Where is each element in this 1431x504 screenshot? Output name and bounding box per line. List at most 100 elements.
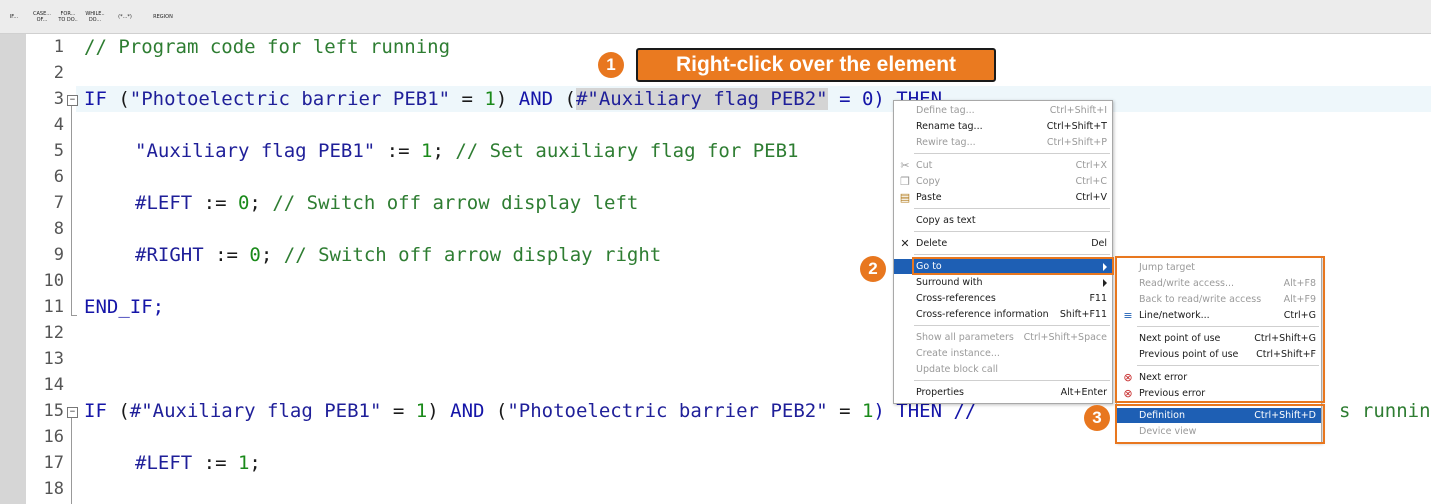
tb-if-button[interactable]: IF... xyxy=(4,6,24,28)
menu-item-update-block-call[interactable]: Update block call xyxy=(894,362,1112,377)
code-token: ( xyxy=(106,400,130,422)
code-token: ; xyxy=(249,192,273,214)
menu-item-label: Cross-reference information xyxy=(916,309,1049,320)
menu-separator xyxy=(914,254,1110,255)
line-number: 14 xyxy=(43,375,64,395)
line-number: 10 xyxy=(43,271,64,291)
menu-item-label: Cross-references xyxy=(916,293,996,304)
code-number: 0 xyxy=(249,244,261,266)
code-line-3: IF ("Photoelectric barrier PEB1" = 1) AN… xyxy=(84,86,1431,112)
menu-item-label: Copy xyxy=(916,176,941,187)
menu-item-cut[interactable]: ✂ Cut Ctrl+X xyxy=(894,158,1112,173)
editor-left-bar xyxy=(0,34,26,504)
code-token: ) xyxy=(495,88,508,110)
code-number: 1 xyxy=(420,140,433,162)
tag-auxiliary-flag-peb1[interactable]: #"Auxiliary flag PEB1" xyxy=(130,400,382,422)
code-token: := xyxy=(375,140,421,162)
menu-item-cross-references[interactable]: Cross-references F11 xyxy=(894,291,1112,306)
menu-separator xyxy=(914,325,1110,326)
menu-item-show-all-parameters[interactable]: Show all parameters Ctrl+Shift+Space xyxy=(894,330,1112,345)
scissors-icon: ✂ xyxy=(900,159,910,172)
menu-separator xyxy=(914,153,1110,154)
menu-item-cross-reference-information[interactable]: Cross-reference information Shift+F11 xyxy=(894,307,1112,322)
menu-item-label: Create instance... xyxy=(916,348,1000,359)
code-token: ) xyxy=(427,400,439,422)
menu-item-shortcut: Ctrl+Shift+T xyxy=(1046,121,1107,132)
menu-item-rename-tag[interactable]: Rename tag... Ctrl+Shift+T xyxy=(894,119,1112,134)
tb-while-button[interactable]: WHILE.. DO... xyxy=(82,6,108,28)
line-number: 13 xyxy=(43,349,64,369)
menu-item-shortcut: Ctrl+Shift+I xyxy=(1049,105,1107,116)
code-token: = xyxy=(450,88,485,110)
menu-item-paste[interactable]: ▤ Paste Ctrl+V xyxy=(894,190,1112,205)
menu-item-label: Update block call xyxy=(916,364,998,375)
menu-item-label: Copy as text xyxy=(916,215,976,226)
code-token: ( xyxy=(106,88,130,110)
menu-item-label: Rename tag... xyxy=(916,121,983,132)
menu-item-label: Properties xyxy=(916,387,965,398)
keyword-and: AND xyxy=(507,88,565,110)
code-comment-tail: s running xyxy=(1339,400,1431,422)
menu-item-shortcut: Ctrl+Shift+P xyxy=(1046,137,1107,148)
menu-item-label: Paste xyxy=(916,192,942,203)
keyword-if: IF xyxy=(84,88,107,110)
menu-item-shortcut: Shift+F11 xyxy=(1059,309,1107,320)
step-1-instruction: Right-click over the element xyxy=(636,48,996,82)
tb-for-button[interactable]: FOR... TO DO.. xyxy=(56,6,80,28)
code-token: ; xyxy=(249,452,261,474)
menu-item-label: Rewire tag... xyxy=(916,137,976,148)
code-comment: // Switch off arrow display right xyxy=(283,244,662,266)
code-token: ; xyxy=(260,244,284,266)
line-number: 7 xyxy=(53,193,64,213)
menu-separator xyxy=(914,380,1110,381)
highlight-box-go-to xyxy=(912,257,1114,275)
tag-photoelectric-barrier-peb1[interactable]: "Photoelectric barrier PEB1" xyxy=(130,88,450,110)
tag-right[interactable]: #RIGHT xyxy=(135,244,204,266)
menu-item-properties[interactable]: Properties Alt+Enter xyxy=(894,385,1112,400)
selected-tag-auxiliary-flag-peb2[interactable]: #"Auxiliary flag PEB2" xyxy=(575,88,828,110)
keyword-if: IF xyxy=(84,400,107,422)
code-token: ( xyxy=(495,400,508,422)
ribbon-toolbar: IF... CASE... OF... FOR... TO DO.. WHILE… xyxy=(0,0,1431,34)
menu-item-label: Surround with xyxy=(916,277,983,288)
menu-item-shortcut: Ctrl+X xyxy=(1075,160,1107,171)
menu-item-copy-as-text[interactable]: Copy as text xyxy=(894,213,1112,228)
code-token: := xyxy=(203,244,250,266)
paste-icon: ▤ xyxy=(899,191,911,204)
code-token: := xyxy=(192,452,238,474)
tag-left[interactable]: #LEFT xyxy=(135,452,192,474)
menu-item-copy[interactable]: ❐ Copy Ctrl+C xyxy=(894,174,1112,189)
fold-guide-line xyxy=(71,418,72,504)
line-number: 1 xyxy=(53,37,64,57)
menu-item-shortcut: Ctrl+C xyxy=(1075,176,1108,187)
menu-item-create-instance[interactable]: Create instance... xyxy=(894,346,1112,361)
menu-item-delete[interactable]: ✕ Delete Del xyxy=(894,236,1112,251)
menu-item-label: Show all parameters xyxy=(916,332,1014,343)
step-3-badge: 3 xyxy=(1084,405,1110,431)
fold-guide-line xyxy=(71,106,72,316)
code-number: 1 xyxy=(861,400,874,422)
tag-photoelectric-barrier-peb2[interactable]: "Photoelectric barrier PEB2" xyxy=(507,400,827,422)
code-comment: // Switch off arrow display left xyxy=(272,192,639,214)
code-line-7: #LEFT := 0; // Switch off arrow display … xyxy=(135,190,1431,216)
menu-item-rewire-tag[interactable]: Rewire tag... Ctrl+Shift+P xyxy=(894,135,1112,150)
tag-auxiliary-flag-peb1[interactable]: "Auxiliary flag PEB1" xyxy=(135,140,375,162)
menu-item-shortcut: Alt+Enter xyxy=(1060,387,1107,398)
line-number: 16 xyxy=(43,427,64,447)
highlight-box-definition xyxy=(1115,404,1325,444)
tb-comment-button[interactable]: (*...*) xyxy=(110,6,140,28)
code-number: 1 xyxy=(415,400,428,422)
line-number: 3 xyxy=(53,89,64,109)
code-comment: // Program code for left running xyxy=(84,36,451,58)
code-token: ( xyxy=(564,88,576,110)
menu-separator xyxy=(914,208,1110,209)
menu-item-surround-with[interactable]: Surround with xyxy=(894,275,1112,290)
tb-region-button[interactable]: REGION xyxy=(142,6,184,28)
line-number: 5 xyxy=(53,141,64,161)
line-number: 11 xyxy=(43,297,64,317)
tb-case-button[interactable]: CASE... OF... xyxy=(30,6,54,28)
delete-icon: ✕ xyxy=(900,237,910,250)
tag-left[interactable]: #LEFT xyxy=(135,192,192,214)
menu-item-define-tag[interactable]: Define tag... Ctrl+Shift+I xyxy=(894,103,1112,118)
keyword-and: AND xyxy=(438,400,496,422)
